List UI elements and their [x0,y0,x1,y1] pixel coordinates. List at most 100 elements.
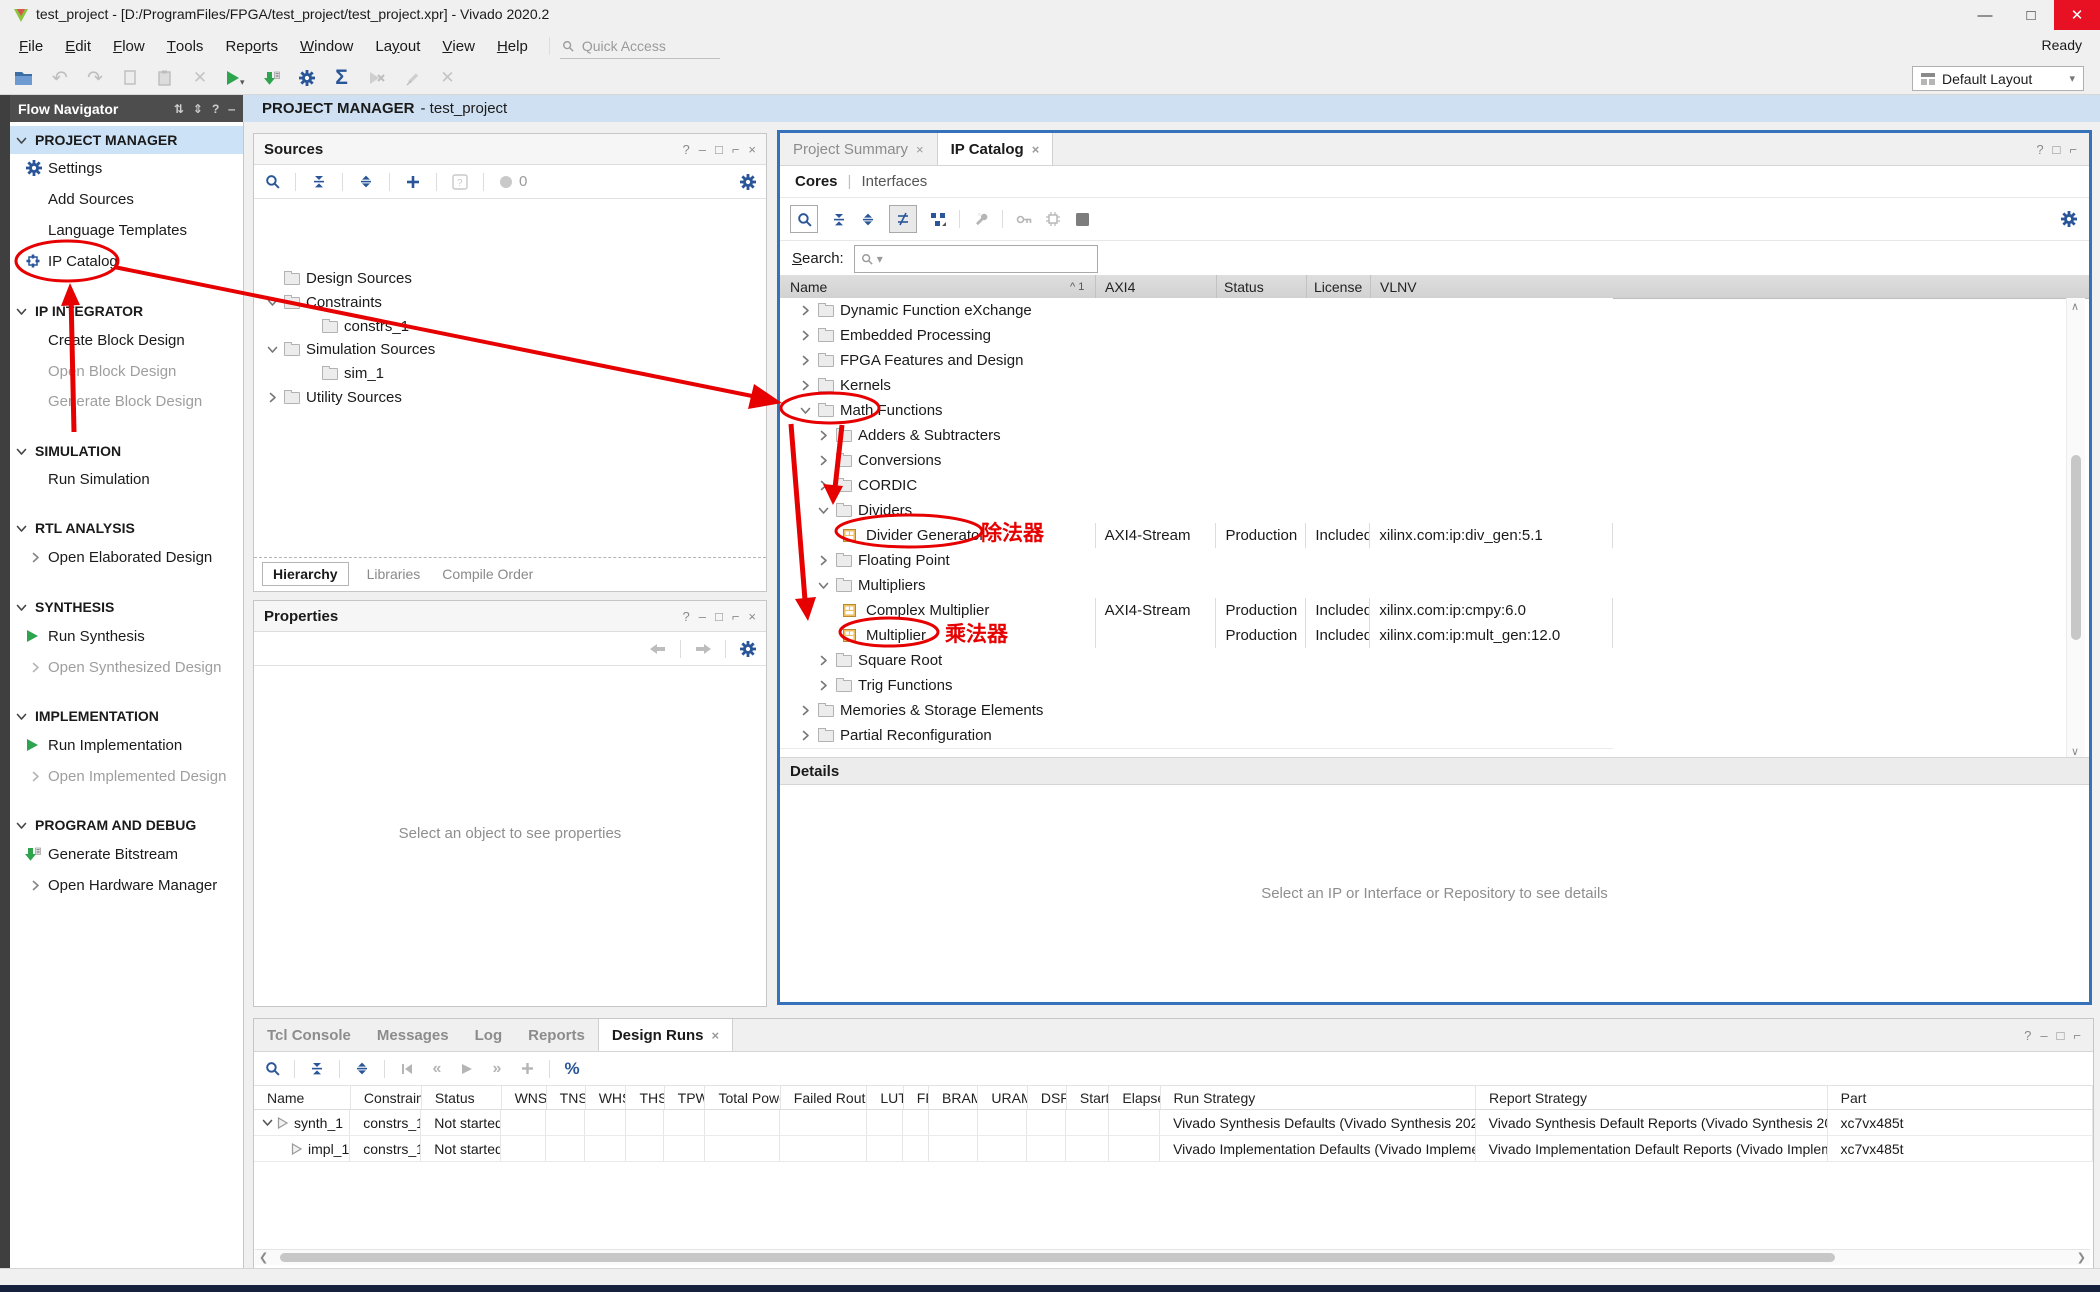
tree-item-simulation-sources[interactable]: Simulation Sources [254,338,764,361]
undo-icon[interactable]: ↶ [52,68,68,88]
col-license[interactable]: License [1314,279,1362,295]
collapse-all-icon[interactable] [311,172,327,192]
add-sources-icon[interactable] [405,172,421,192]
tab-messages[interactable]: Messages [364,1019,462,1051]
expand-all-icon[interactable] [358,172,374,192]
col-ff[interactable]: FF [904,1086,929,1109]
tab-hierarchy[interactable]: Hierarchy [262,562,349,586]
col-elapsed[interactable]: Elapsed [1109,1086,1160,1109]
delete-icon[interactable]: ✕ [192,68,208,88]
tab-design-runs[interactable]: Design Runs× [598,1019,733,1051]
close-button[interactable]: ✕ [2054,0,2100,30]
ip-row-dynamic-function-exchange[interactable]: Dynamic Function eXchange [780,298,1613,324]
flow-nav-item-open-synthesized-design[interactable]: Open Synthesized Design [10,652,243,682]
sum-sigma-icon[interactable]: Σ [334,68,350,88]
tab-log[interactable]: Log [462,1019,516,1051]
col-name[interactable]: Name [780,279,827,295]
doc-tab-ip-catalog[interactable]: IP Catalog× [937,133,1054,165]
run-icon[interactable]: ▾ [227,68,245,88]
float-icon[interactable]: □ [2053,142,2061,157]
tab-cores[interactable]: Cores [795,173,838,190]
flow-nav-item-run-simulation[interactable]: Run Simulation [10,464,243,494]
redo-icon[interactable]: ↷ [87,68,103,88]
settings-gear-icon[interactable] [299,68,315,88]
ip-search-input[interactable]: ▾ [854,245,1098,273]
expand-all-icon[interactable]: ⇕ [193,102,203,116]
col-constraints[interactable]: Constraints [351,1086,422,1109]
flow-nav-item-ip-catalog[interactable]: IP Catalog [10,246,243,276]
close-tab-icon[interactable]: × [712,1028,720,1043]
help-icon[interactable]: ? [2036,142,2043,157]
ip-row-kernels[interactable]: Kernels [780,373,1613,399]
menu-help[interactable]: Help [486,30,539,62]
ip-row-fpga-features-and-design[interactable]: FPGA Features and Design [780,348,1613,374]
search-icon[interactable] [264,172,280,192]
tree-item-design-sources[interactable]: Design Sources [254,267,764,290]
flow-nav-section-simulation[interactable]: SIMULATION [10,437,243,465]
col-whs[interactable]: WHS [586,1086,627,1109]
design-run-row-impl_1[interactable]: impl_1constrs_1Not startedVivado Impleme… [254,1136,2093,1162]
expand-all-icon[interactable] [354,1059,370,1079]
ip-row-trig-functions[interactable]: Trig Functions [780,673,1613,699]
search-icon[interactable] [790,205,818,233]
ip-row-dividers[interactable]: Dividers [780,498,1613,524]
col-lut[interactable]: LUT [867,1086,903,1109]
help-icon[interactable]: ? [682,142,689,157]
ip-row-adders-subtracters[interactable]: Adders & Subtracters [780,423,1613,449]
flow-nav-item-open-elaborated-design[interactable]: Open Elaborated Design [10,542,243,572]
maximize-icon[interactable]: ⌐ [2069,142,2077,157]
maximize-icon[interactable]: ⌐ [732,142,740,157]
tab-libraries[interactable]: Libraries [363,563,425,585]
expand-all-icon[interactable] [860,209,876,229]
ip-row-multiplier[interactable]: MultiplierProductionIncludedxilinx.com:i… [780,623,1613,649]
ip-row-multipliers[interactable]: Multipliers [780,573,1613,599]
settings-gear-icon[interactable] [740,172,756,192]
flow-nav-item-language-templates[interactable]: Language Templates [10,215,243,245]
ip-row-cordic[interactable]: CORDIC [780,473,1613,499]
tab-reports[interactable]: Reports [515,1019,598,1051]
menu-edit[interactable]: Edit [54,30,102,62]
flow-nav-section-project-manager[interactable]: PROJECT MANAGER [10,126,243,154]
tree-item-constraints[interactable]: Constraints [254,291,764,314]
collapse-all-icon[interactable]: ⇅ [174,102,184,116]
pen-disabled-icon[interactable] [405,68,421,88]
design-run-row-synth_1[interactable]: synth_1constrs_1Not startedVivado Synthe… [254,1110,2093,1136]
col-start[interactable]: Start [1067,1086,1110,1109]
paste-icon[interactable] [157,68,173,88]
close-icon[interactable]: × [748,609,756,624]
col-dsp[interactable]: DSP [1028,1086,1067,1109]
open-folder-icon[interactable] [14,68,33,88]
flow-nav-section-implementation[interactable]: IMPLEMENTATION [10,702,243,730]
maximize-icon[interactable]: ⌐ [732,609,740,624]
tree-item-sim_1[interactable]: sim_1 [254,362,764,385]
filter-incompatible-icon[interactable] [889,205,917,233]
generate-bitstream-tool-icon[interactable] [264,68,280,88]
menu-window[interactable]: Window [289,30,364,62]
arrow-left-icon[interactable] [650,639,666,659]
col-uram[interactable]: URAM [978,1086,1027,1109]
close-icon[interactable]: × [748,142,756,157]
col-report-strategy[interactable]: Report Strategy [1476,1086,1828,1109]
menu-tools[interactable]: Tools [156,30,215,62]
minimize-icon[interactable]: ‒ [699,609,706,624]
menu-flow[interactable]: Flow [102,30,156,62]
horizontal-scrollbar[interactable]: ❮ ❯ [255,1249,2090,1265]
properties-box-icon[interactable] [1074,209,1090,229]
settings-gear-icon[interactable] [2061,209,2077,229]
tab-compile-order[interactable]: Compile Order [438,563,537,585]
menu-reports[interactable]: Reports [214,30,289,62]
col-status[interactable]: Status [422,1086,502,1109]
scroll-right-icon[interactable]: ❯ [2077,1251,2086,1264]
tree-item-constrs_1[interactable]: constrs_1 [254,315,764,338]
properties-header[interactable]: Properties ?‒□⌐× [254,601,766,632]
ip-row-embedded-processing[interactable]: Embedded Processing [780,323,1613,349]
copy-icon[interactable] [122,68,138,88]
ip-row-square-root[interactable]: Square Root [780,648,1613,674]
minimize-icon[interactable]: ‒ [228,102,235,116]
maximize-button[interactable]: □ [2008,0,2054,30]
col-vlnv[interactable]: VLNV [1380,279,1417,295]
cancel-run-icon[interactable] [369,68,386,88]
col-part[interactable]: Part [1828,1086,2093,1109]
flow-nav-item-add-sources[interactable]: Add Sources [10,184,243,214]
sources-header[interactable]: Sources ?‒□⌐× [254,134,766,165]
